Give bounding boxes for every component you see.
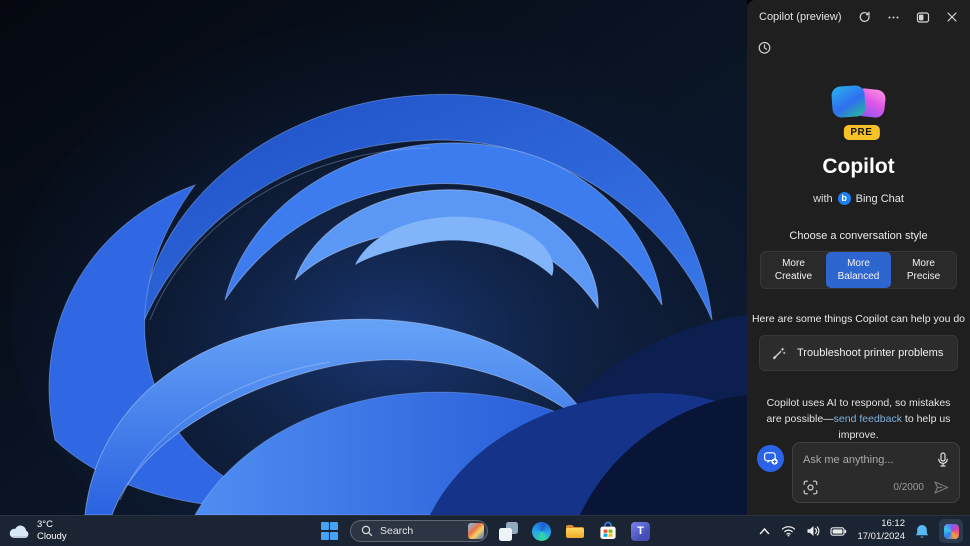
copilot-app-name: Copilot bbox=[822, 155, 895, 178]
start-button[interactable] bbox=[317, 519, 342, 544]
character-counter: 0/2000 bbox=[893, 482, 924, 493]
store-icon bbox=[599, 521, 616, 539]
search-icon bbox=[361, 525, 373, 537]
teams-button[interactable]: T bbox=[628, 519, 653, 544]
windows-desktop-screen: Copilot (preview) PRE Copilot with b Bin… bbox=[0, 0, 970, 546]
weather-text: 3°C Cloudy bbox=[37, 519, 67, 543]
file-explorer-icon bbox=[565, 525, 584, 538]
chat-history-row bbox=[747, 30, 970, 60]
edge-icon bbox=[532, 521, 551, 541]
hidden-icons-chevron[interactable] bbox=[758, 526, 771, 536]
input-bottom-row: 0/2000 bbox=[803, 480, 949, 495]
screenshot-icon[interactable] bbox=[803, 480, 818, 495]
copilot-panel-header: Copilot (preview) bbox=[747, 0, 970, 30]
battery-icon[interactable] bbox=[830, 526, 847, 537]
bing-icon: b bbox=[837, 192, 851, 205]
weather-widget[interactable]: 3°C Cloudy bbox=[8, 516, 67, 546]
volume-icon[interactable] bbox=[806, 525, 820, 537]
store-button[interactable] bbox=[595, 519, 620, 544]
teams-icon: T bbox=[631, 521, 650, 541]
bloom-wallpaper-art bbox=[0, 0, 747, 515]
copilot-logo-wrap: PRE bbox=[747, 84, 970, 140]
refresh-icon[interactable] bbox=[858, 11, 871, 24]
suggestion-troubleshoot-printer[interactable]: Troubleshoot printer problems bbox=[759, 335, 958, 371]
edge-button[interactable] bbox=[529, 519, 554, 544]
preview-badge: PRE bbox=[843, 125, 880, 140]
with-bing-row: with b Bing Chat bbox=[747, 192, 970, 205]
tray-date: 17/01/2024 bbox=[857, 531, 905, 542]
copilot-header-actions bbox=[858, 11, 958, 24]
help-heading: Here are some things Copilot can help yo… bbox=[751, 313, 966, 325]
style-more-precise-button[interactable]: More Precise bbox=[891, 252, 956, 288]
copilot-logo: PRE bbox=[830, 84, 887, 140]
copilot-input-area: Ask me anything... 0/2000 bbox=[747, 442, 970, 515]
desktop-wallpaper bbox=[0, 0, 747, 515]
input-top-row: Ask me anything... bbox=[803, 452, 949, 468]
close-icon[interactable] bbox=[946, 11, 958, 23]
start-icon bbox=[320, 522, 339, 540]
notification-bell-icon[interactable] bbox=[915, 524, 929, 539]
microphone-icon[interactable] bbox=[937, 452, 949, 468]
tray-time: 16:12 bbox=[881, 518, 905, 530]
copilot-tray-icon bbox=[943, 523, 959, 539]
wifi-icon[interactable] bbox=[781, 525, 796, 537]
open-in-window-icon[interactable] bbox=[916, 11, 930, 24]
ask-input-box[interactable]: Ask me anything... 0/2000 bbox=[792, 442, 960, 503]
weather-condition: Cloudy bbox=[37, 531, 67, 542]
task-view-button[interactable] bbox=[496, 519, 521, 544]
ask-input-placeholder[interactable]: Ask me anything... bbox=[803, 454, 937, 466]
cloud-icon bbox=[9, 525, 29, 538]
file-explorer-button[interactable] bbox=[562, 519, 587, 544]
conversation-style-group: More Creative More Balanced More Precise bbox=[760, 251, 957, 289]
copilot-logo-left-tile bbox=[830, 84, 866, 119]
copilot-tray-button[interactable] bbox=[939, 519, 963, 543]
copilot-content: PRE Copilot with b Bing Chat Choose a co… bbox=[747, 60, 970, 442]
new-topic-button[interactable] bbox=[757, 445, 784, 472]
copilot-panel-title: Copilot (preview) bbox=[759, 11, 842, 23]
with-label: with bbox=[813, 192, 833, 205]
ai-disclaimer: Copilot uses AI to respond, so mistakes … bbox=[762, 396, 955, 442]
bing-chat-label: Bing Chat bbox=[855, 192, 904, 205]
send-icon[interactable] bbox=[933, 480, 949, 495]
system-tray: 16:12 17/01/2024 bbox=[758, 516, 963, 546]
clock-widget[interactable]: 16:12 17/01/2024 bbox=[857, 518, 905, 544]
more-options-icon[interactable] bbox=[887, 11, 900, 24]
taskbar: 3°C Cloudy Search T 16:12 17/01/2024 bbox=[0, 515, 970, 546]
search-label: Search bbox=[380, 525, 414, 537]
chat-history-icon[interactable] bbox=[757, 40, 772, 55]
style-more-balanced-button[interactable]: More Balanced bbox=[826, 252, 891, 288]
search-box[interactable]: Search bbox=[350, 520, 488, 542]
tools-icon bbox=[772, 346, 786, 360]
copilot-panel: Copilot (preview) PRE Copilot with b Bin… bbox=[747, 0, 970, 515]
conversation-style-heading: Choose a conversation style bbox=[789, 230, 928, 242]
style-more-creative-button[interactable]: More Creative bbox=[761, 252, 826, 288]
taskbar-center: Search T bbox=[317, 516, 653, 546]
suggestion-label: Troubleshoot printer problems bbox=[797, 347, 944, 359]
search-highlight-image[interactable] bbox=[468, 523, 484, 539]
send-feedback-link[interactable]: send feedback bbox=[834, 413, 902, 425]
weather-temp: 3°C bbox=[37, 519, 53, 531]
task-view-icon bbox=[499, 521, 518, 541]
